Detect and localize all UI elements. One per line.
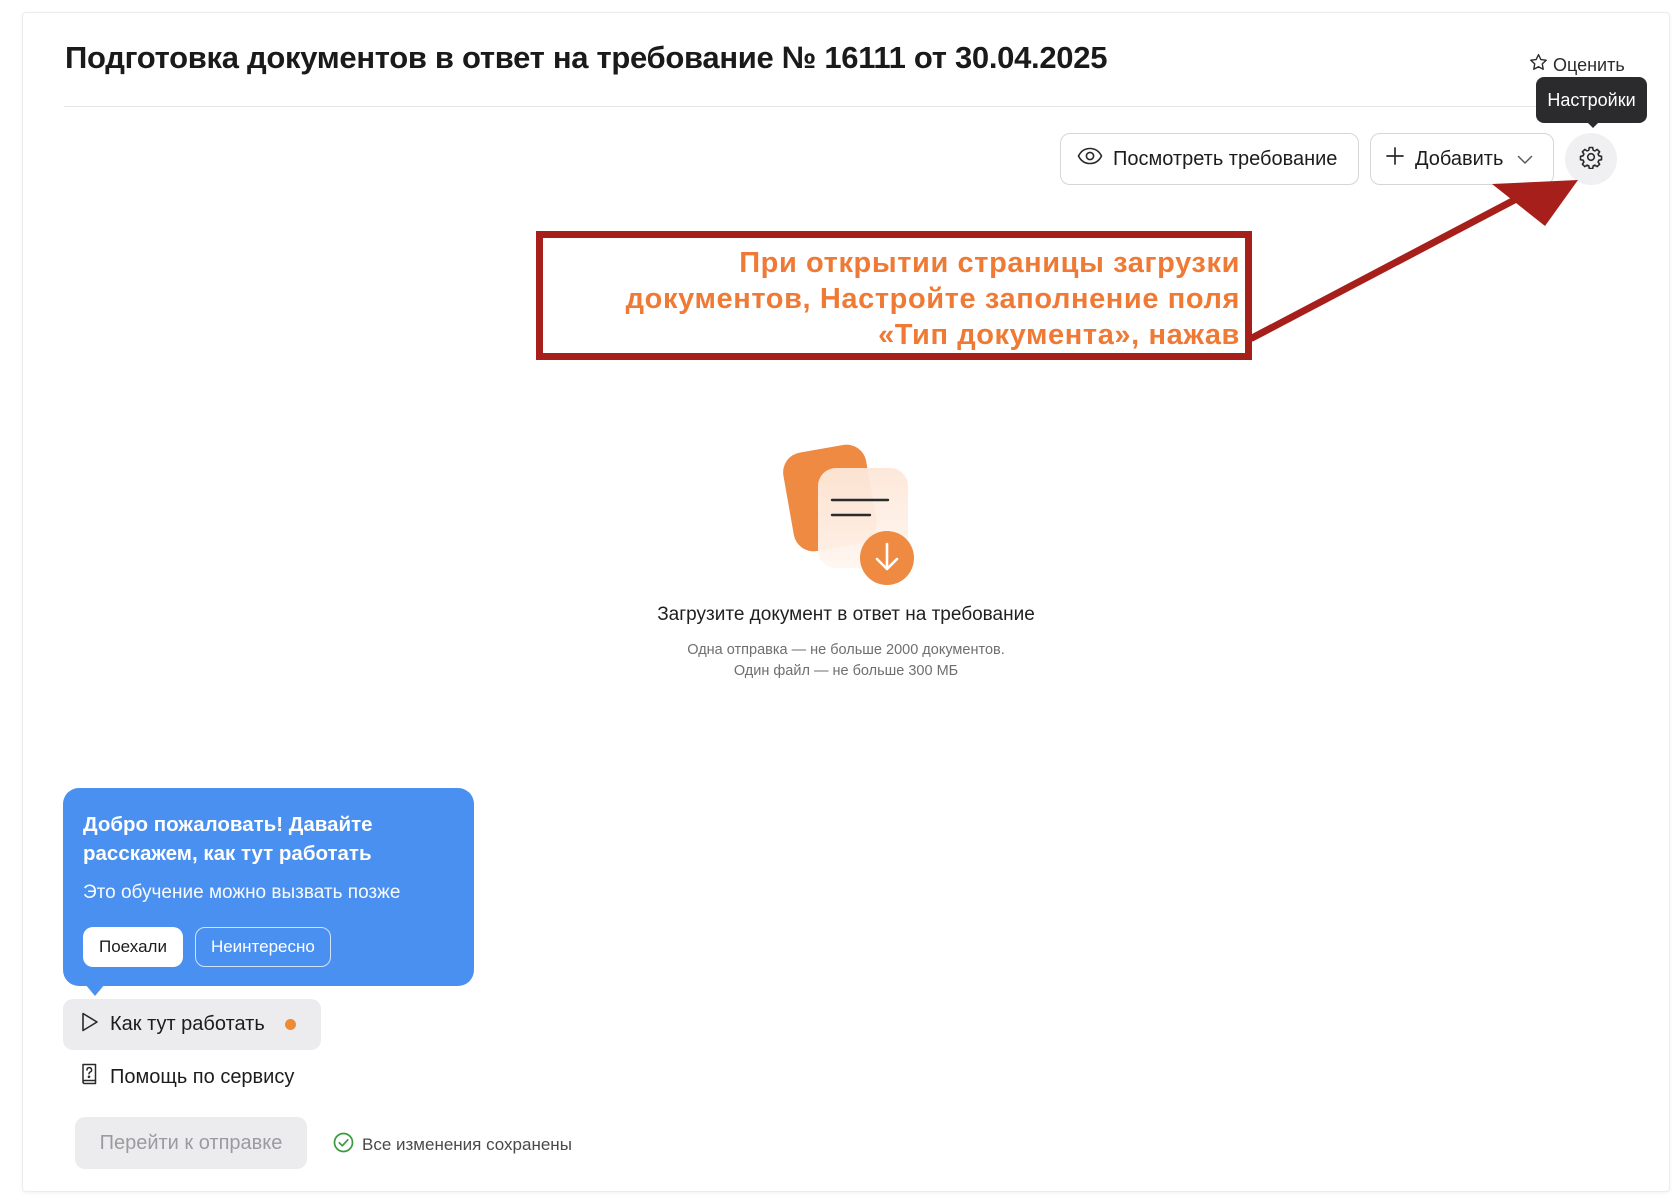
view-requirement-button[interactable]: Посмотреть требование: [1060, 133, 1359, 185]
view-requirement-label: Посмотреть требование: [1113, 147, 1338, 170]
help-label: Помощь по сервису: [110, 1065, 295, 1088]
annotation-line-2: документов, Настройте заполнение поля: [625, 283, 1240, 315]
annotation-line-3: «Тип документа», нажав: [878, 319, 1240, 351]
start-tour-button[interactable]: Поехали: [83, 927, 183, 967]
saved-status: Все изменения сохранены: [333, 1132, 572, 1158]
add-label: Добавить: [1415, 147, 1504, 170]
rate-button[interactable]: Оценить: [1528, 52, 1625, 78]
settings-button[interactable]: [1565, 133, 1617, 185]
onboarding-actions: Поехали Неинтересно: [83, 927, 454, 967]
how-it-works-button[interactable]: Как тут работать: [63, 999, 321, 1050]
add-dropdown-button[interactable]: Добавить: [1370, 133, 1554, 185]
settings-tooltip: Настройки: [1536, 77, 1647, 123]
upload-title: Загрузите документ в ответ на требование: [657, 604, 1035, 625]
onboarding-title: Добро пожаловать! Давайте расскажем, как…: [83, 813, 373, 865]
skip-tour-button[interactable]: Неинтересно: [194, 927, 331, 967]
question-book-icon: [80, 1063, 98, 1091]
go-to-submit-button[interactable]: Перейти к отправке: [75, 1117, 307, 1169]
plus-icon: [1385, 146, 1405, 172]
new-indicator-dot: [284, 1019, 296, 1030]
play-icon: [80, 1011, 100, 1039]
onboarding-tail: [85, 984, 105, 996]
onboarding-popover: Добро пожаловать! Давайте расскажем, как…: [63, 788, 474, 986]
annotation-callout: При открытии страницы загрузки документо…: [536, 231, 1252, 360]
title-divider: [64, 106, 1619, 107]
tooltip-tail: [1586, 121, 1600, 128]
eye-icon: [1077, 146, 1103, 172]
upload-hint-count: Одна отправка — не больше 2000 документо…: [687, 642, 1005, 658]
annotation-line-1: При открытии страницы загрузки: [739, 247, 1240, 279]
saved-status-label: Все изменения сохранены: [362, 1135, 572, 1154]
upload-illustration: [780, 440, 925, 590]
chevron-down-icon: [1513, 148, 1533, 171]
how-it-works-label: Как тут работать: [110, 1013, 265, 1035]
page-title: Подготовка документов в ответ на требова…: [65, 40, 1108, 75]
upload-hint-size: Один файл — не больше 300 МБ: [733, 663, 959, 679]
check-circle-icon: [333, 1132, 354, 1158]
star-icon: [1528, 52, 1549, 78]
onboarding-subtitle: Это обучение можно вызвать позже: [83, 882, 401, 903]
rate-label: Оценить: [1553, 54, 1625, 75]
gear-icon: [1579, 145, 1603, 174]
help-link[interactable]: Помощь по сервису: [80, 1063, 294, 1091]
